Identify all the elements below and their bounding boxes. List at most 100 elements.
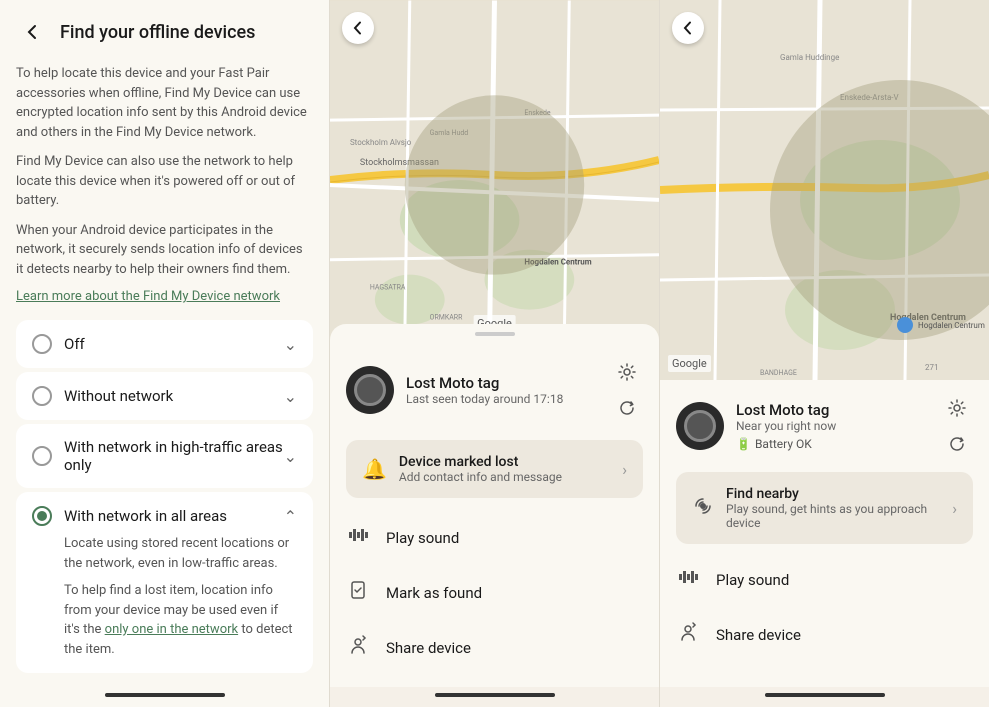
right-gear-button[interactable]: [941, 392, 973, 424]
sheet-handle-middle: [475, 332, 515, 336]
google-logo-right: Google: [668, 355, 711, 372]
share-device-label: Share device: [386, 639, 471, 657]
right-play-sound-label: Play sound: [716, 571, 789, 589]
middle-device-icon: [346, 366, 394, 414]
radio-option-high-traffic[interactable]: With network in high-traffic areas only …: [16, 424, 313, 488]
radio-all-label: With network in all areas: [64, 507, 227, 525]
find-nearby-title: Find nearby: [726, 486, 940, 502]
mark-found-label: Mark as found: [386, 584, 482, 602]
radio-option-without-network[interactable]: Without network ⌄: [16, 372, 313, 420]
bottom-indicator-left: [105, 693, 225, 697]
right-play-sound-icon: [676, 566, 700, 593]
lost-alert-card[interactable]: 🔔 Device marked lost Add contact info an…: [346, 440, 643, 498]
middle-device-name: Lost Moto tag: [406, 374, 599, 392]
right-device-card: Lost Moto tag Near you right now 🔋 Batte…: [660, 384, 989, 468]
right-refresh-button[interactable]: [941, 428, 973, 460]
middle-action-list: Play sound Mark as found: [330, 506, 659, 687]
svg-text:ORMKARR: ORMKARR: [430, 314, 463, 322]
right-map: Enskede-Arsta-V Gamla Huddinge Hogdalen …: [660, 0, 989, 380]
svg-text:Hogdalen Centrum: Hogdalen Centrum: [918, 321, 985, 330]
middle-bottom-sheet: Lost Moto tag Last seen today around 17:…: [330, 324, 659, 687]
middle-device-inner: [354, 374, 386, 406]
radio-all-row: With network in all areas ⌃: [32, 506, 297, 526]
chevron-off-icon: ⌄: [284, 335, 297, 354]
radio-option-all-areas[interactable]: With network in all areas ⌃ Locate using…: [16, 492, 313, 673]
left-panel: Find your offline devices To help locate…: [0, 0, 330, 707]
radio-circle-all: [32, 506, 52, 526]
radio-circle-without: [32, 386, 52, 406]
battery-text: Battery OK: [755, 437, 812, 451]
right-device-icon: [676, 402, 724, 450]
right-panel: Enskede-Arsta-V Gamla Huddinge Hogdalen …: [660, 0, 989, 707]
middle-device-card: Lost Moto tag Last seen today around 17:…: [330, 348, 659, 432]
bottom-indicator-right: [765, 693, 885, 697]
right-share-device-label: Share device: [716, 626, 801, 644]
right-device-name: Lost Moto tag: [736, 401, 929, 419]
radio-high-label: With network in high-traffic areas only: [64, 438, 284, 474]
middle-device-subtitle: Last seen today around 17:18: [406, 392, 599, 406]
bottom-bar-right: [660, 687, 989, 707]
find-nearby-icon: [692, 495, 714, 522]
svg-text:HAGSATRA: HAGSATRA: [370, 284, 406, 292]
middle-refresh-button[interactable]: [611, 392, 643, 424]
right-device-info: Lost Moto tag Near you right now 🔋 Batte…: [736, 401, 929, 451]
middle-card-actions: [611, 356, 643, 424]
right-device-inner: [684, 410, 716, 442]
desc2: Find My Device can also use the network …: [16, 152, 313, 211]
find-nearby-subtitle: Play sound, get hints as you approach de…: [726, 502, 940, 530]
right-share-device-item[interactable]: Share device: [660, 607, 989, 662]
svg-text:Gamla Huddinge: Gamla Huddinge: [780, 53, 839, 62]
lost-alert-title: Device marked lost: [399, 454, 610, 470]
lost-alert-chevron: ›: [622, 460, 627, 479]
bottom-bar-left: [0, 687, 329, 707]
back-button-middle[interactable]: [342, 12, 374, 44]
find-nearby-text: Find nearby Play sound, get hints as you…: [726, 486, 940, 530]
right-bottom-sheet: Lost Moto tag Near you right now 🔋 Batte…: [660, 364, 989, 687]
right-share-device-icon: [676, 621, 700, 648]
get-directions-item[interactable]: Get directions: [330, 675, 659, 687]
expanded-text2: To help find a lost item, location info …: [64, 581, 297, 659]
play-sound-item[interactable]: Play sound: [330, 510, 659, 565]
share-device-item[interactable]: Share device: [330, 620, 659, 675]
right-action-list: Play sound Share device: [660, 548, 989, 666]
back-button-left[interactable]: [16, 16, 48, 48]
chevron-all-icon: ⌃: [284, 507, 297, 526]
chevron-high-icon: ⌄: [284, 447, 297, 466]
play-sound-label: Play sound: [386, 529, 459, 547]
radio-circle-high: [32, 446, 52, 466]
mark-found-item[interactable]: Mark as found: [330, 565, 659, 620]
radio-without-label: Without network: [64, 387, 173, 405]
radio-without-row: Without network ⌄: [32, 386, 297, 406]
play-sound-icon: [346, 524, 370, 551]
svg-text:Stockholm Alvsjo: Stockholm Alvsjo: [350, 138, 412, 147]
find-nearby-chevron: ›: [952, 499, 957, 518]
find-nearby-card[interactable]: Find nearby Play sound, get hints as you…: [676, 472, 973, 544]
desc3: When your Android device participates in…: [16, 221, 313, 280]
desc1: To help locate this device and your Fast…: [16, 64, 313, 142]
right-play-sound-item[interactable]: Play sound: [660, 552, 989, 607]
battery-icon: 🔋: [736, 437, 751, 451]
middle-map: Stockholmsmassan Stockholm Alvsjo Gamla …: [330, 0, 659, 340]
learn-more-link[interactable]: Learn more about the Find My Device netw…: [16, 289, 313, 304]
radio-off-row: Off ⌄: [32, 334, 297, 354]
mark-found-icon: [346, 579, 370, 606]
radio-high-row: With network in high-traffic areas only …: [32, 438, 297, 474]
page-title: Find your offline devices: [60, 22, 255, 43]
radio-option-off[interactable]: Off ⌄: [16, 320, 313, 368]
middle-gear-button[interactable]: [611, 356, 643, 388]
radio-group: Off ⌄ Without network ⌄: [16, 320, 313, 673]
chevron-without-icon: ⌄: [284, 387, 297, 406]
lost-alert-icon: 🔔: [362, 457, 387, 481]
svg-text:271: 271: [925, 363, 939, 372]
middle-device-info: Lost Moto tag Last seen today around 17:…: [406, 374, 599, 406]
expanded-text1: Locate using stored recent locations or …: [64, 534, 297, 573]
lost-alert-text: Device marked lost Add contact info and …: [399, 454, 610, 484]
back-button-right[interactable]: [672, 12, 704, 44]
radio-circle-off: [32, 334, 52, 354]
left-content: To help locate this device and your Fast…: [0, 56, 329, 687]
bottom-indicator-middle: [435, 693, 555, 697]
left-header: Find your offline devices: [0, 0, 329, 56]
right-device-subtitle: Near you right now: [736, 419, 929, 433]
expanded-link[interactable]: only one in the network: [105, 622, 238, 637]
middle-panel: Stockholmsmassan Stockholm Alvsjo Gamla …: [330, 0, 660, 707]
